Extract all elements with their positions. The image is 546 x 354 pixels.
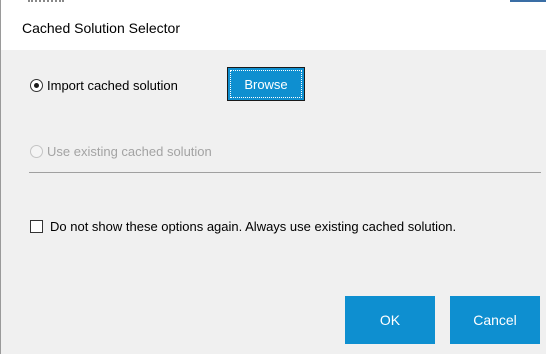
use-existing-cached-solution-label: Use existing cached solution (47, 144, 212, 159)
dont-show-again-option[interactable]: Do not show these options again. Always … (30, 219, 456, 234)
browse-button[interactable]: Browse (227, 67, 305, 101)
ok-button[interactable]: OK (345, 296, 435, 344)
use-existing-cached-solution-option[interactable]: Use existing cached solution (30, 144, 212, 159)
dont-show-again-checkbox[interactable] (30, 220, 43, 233)
import-cached-solution-label: Import cached solution (47, 78, 178, 93)
background-window-fragment (28, 0, 64, 2)
dialog-title: Cached Solution Selector (22, 20, 180, 36)
ok-button-label: OK (379, 312, 401, 328)
import-cached-solution-radio[interactable] (30, 79, 43, 92)
use-existing-cached-solution-radio[interactable] (30, 145, 43, 158)
browse-button-label: Browse (244, 76, 288, 92)
cancel-button[interactable]: Cancel (450, 296, 540, 344)
cancel-button-label: Cancel (473, 312, 517, 328)
import-cached-solution-option[interactable]: Import cached solution (30, 78, 178, 93)
dialog-content: Import cached solution Browse Use existi… (1, 50, 546, 354)
title-bar: Cached Solution Selector (1, 5, 546, 50)
cached-solution-selector-dialog: Cached Solution Selector Import cached s… (0, 0, 546, 354)
dont-show-again-label: Do not show these options again. Always … (50, 219, 457, 234)
separator (29, 172, 541, 173)
background-window-accent (510, 0, 546, 2)
